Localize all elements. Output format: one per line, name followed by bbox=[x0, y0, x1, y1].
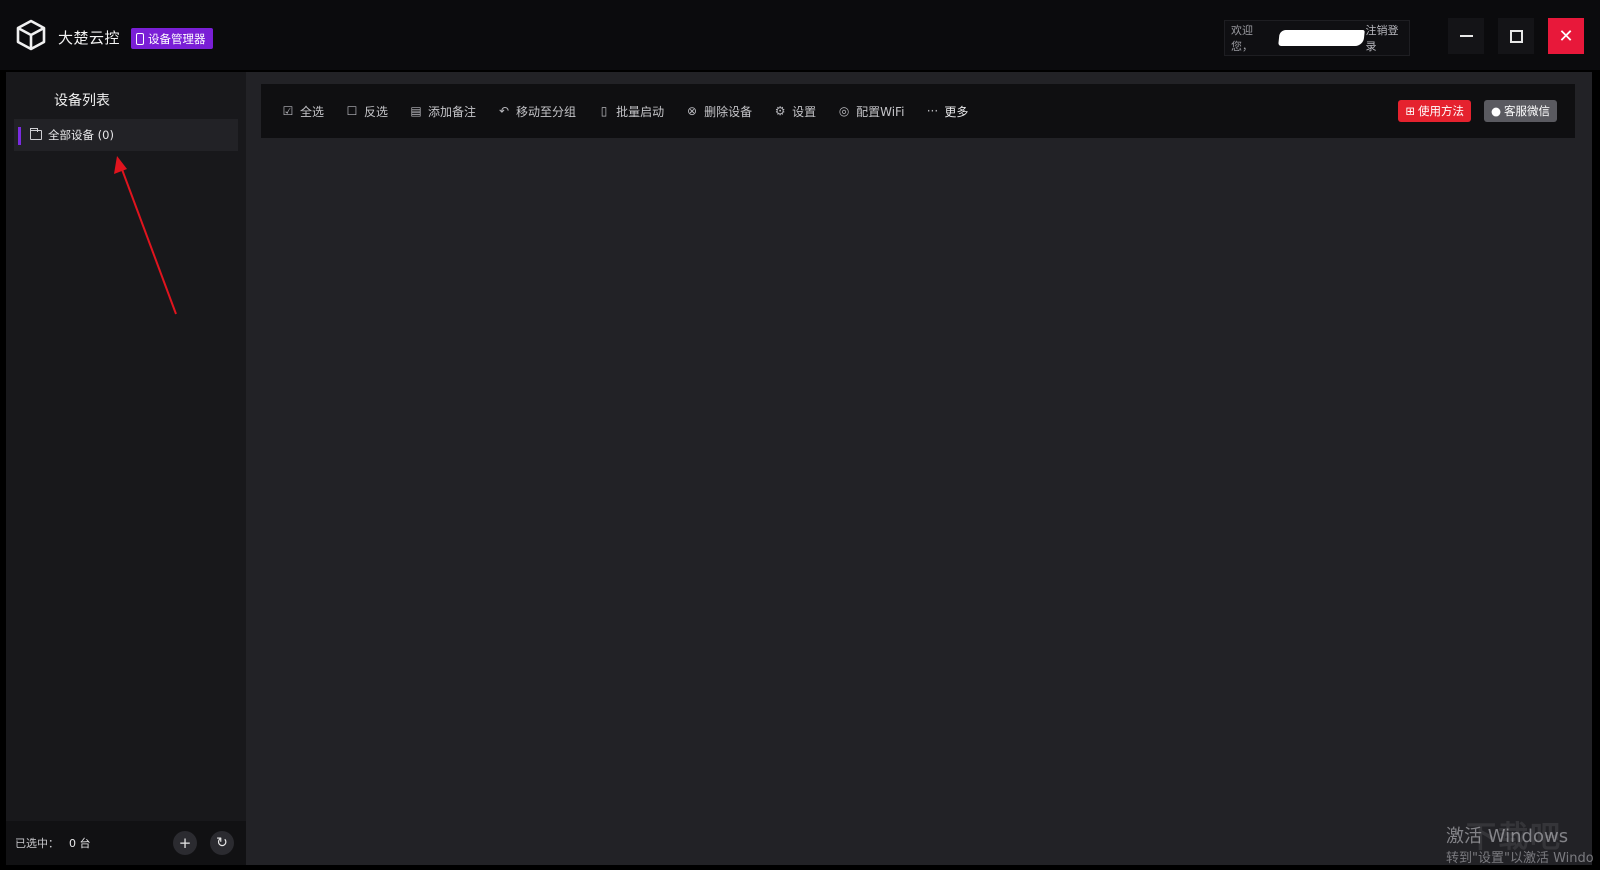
note-icon: ▤ bbox=[410, 104, 422, 118]
more-icon: ··· bbox=[926, 104, 939, 118]
move-to-group-button[interactable]: ↶ 移动至分组 bbox=[497, 103, 576, 120]
title-bar: 大楚云控 设备管理器 欢迎您， 注销登录 ✕ bbox=[0, 0, 1600, 70]
customer-wechat-button[interactable]: ● 客服微信 bbox=[1483, 100, 1557, 122]
wechat-icon: ● bbox=[1490, 104, 1501, 118]
checkbox-filled-icon: ☑ bbox=[282, 104, 294, 118]
activate-windows-title: 激活 Windows bbox=[1446, 826, 1569, 847]
gift-icon: ⊞ bbox=[1405, 104, 1415, 118]
tool-label: 移动至分组 bbox=[516, 104, 577, 119]
refresh-button[interactable]: ↻ bbox=[210, 831, 234, 855]
select-all-button[interactable]: ☑ 全选 bbox=[281, 103, 324, 120]
app-name: 大楚云控 bbox=[58, 29, 121, 47]
sidebar-item-label: 全部设备 (0) bbox=[48, 128, 114, 142]
move-icon: ↶ bbox=[499, 104, 510, 118]
device-manager-badge: 设备管理器 bbox=[131, 28, 213, 49]
active-indicator bbox=[18, 127, 21, 145]
sidebar-item-all-devices[interactable]: 全部设备 (0) bbox=[14, 119, 238, 151]
delete-icon: ⊗ bbox=[687, 104, 698, 118]
close-icon: ✕ bbox=[1558, 25, 1574, 47]
activate-windows-subtitle: 转到"设置"以激活 Windo bbox=[1446, 851, 1594, 866]
minimize-button[interactable] bbox=[1448, 18, 1484, 54]
tool-label: 配置WiFi bbox=[856, 104, 905, 119]
selected-count: 0 台 bbox=[69, 837, 91, 850]
invert-selection-button[interactable]: ☐ 反选 bbox=[345, 103, 388, 120]
checkbox-outline-icon: ☐ bbox=[346, 104, 358, 118]
delete-device-button[interactable]: ⊗ 删除设备 bbox=[685, 103, 752, 120]
more-button[interactable]: ··· 更多 bbox=[925, 103, 969, 120]
tool-label: 全选 bbox=[300, 104, 325, 119]
batch-start-button[interactable]: ▯ 批量启动 bbox=[597, 103, 664, 120]
maximize-icon bbox=[1509, 29, 1523, 43]
selected-label: 已选中： bbox=[15, 837, 59, 850]
welcome-text: 欢迎您， bbox=[1231, 24, 1253, 53]
tool-label: 添加备注 bbox=[428, 104, 477, 119]
gear-icon: ⚙ bbox=[774, 104, 786, 118]
refresh-icon: ↻ bbox=[216, 835, 228, 851]
minimize-icon bbox=[1459, 35, 1473, 37]
annotation-arrow-icon bbox=[114, 156, 177, 315]
tool-label: 反选 bbox=[364, 104, 389, 119]
main-panel: ☑ 全选 ☐ 反选 ▤ 添加备注 ↶ 移动至分组 ▯ 批量启动 ⊗ 删除设备 ⚙… bbox=[246, 72, 1592, 865]
phone-icon bbox=[136, 32, 144, 45]
toolbar: ☑ 全选 ☐ 反选 ▤ 添加备注 ↶ 移动至分组 ▯ 批量启动 ⊗ 删除设备 ⚙… bbox=[261, 84, 1575, 138]
configure-wifi-button[interactable]: ◎ 配置WiFi bbox=[837, 103, 905, 120]
plus-icon: + bbox=[178, 834, 192, 852]
tool-label: 批量启动 bbox=[616, 104, 665, 119]
add-note-button[interactable]: ▤ 添加备注 bbox=[409, 103, 476, 120]
maximize-button[interactable] bbox=[1498, 18, 1534, 54]
tool-label: 设置 bbox=[792, 104, 817, 119]
usage-guide-label: 使用方法 bbox=[1418, 104, 1464, 118]
settings-button[interactable]: ⚙ 设置 bbox=[773, 103, 816, 120]
badge-label: 设备管理器 bbox=[148, 31, 206, 46]
usage-guide-button[interactable]: ⊞ 使用方法 bbox=[1398, 100, 1471, 122]
sidebar-footer: 已选中： 0 台 + ↻ bbox=[6, 821, 246, 865]
tool-label: 更多 bbox=[944, 104, 969, 119]
redacted-username bbox=[1277, 30, 1365, 46]
cube-logo-icon bbox=[16, 19, 46, 51]
user-info: 欢迎您， 注销登录 bbox=[1224, 20, 1410, 56]
folder-icon bbox=[30, 128, 42, 140]
tool-label: 删除设备 bbox=[704, 104, 753, 119]
sidebar-title: 设备列表 bbox=[54, 93, 110, 109]
phone-icon: ▯ bbox=[600, 104, 608, 118]
close-button[interactable]: ✕ bbox=[1548, 18, 1584, 54]
wifi-icon: ◎ bbox=[838, 104, 850, 118]
add-group-button[interactable]: + bbox=[173, 831, 197, 855]
logout-link[interactable]: 注销登录 bbox=[1366, 22, 1410, 54]
customer-wechat-label: 客服微信 bbox=[1504, 104, 1550, 118]
